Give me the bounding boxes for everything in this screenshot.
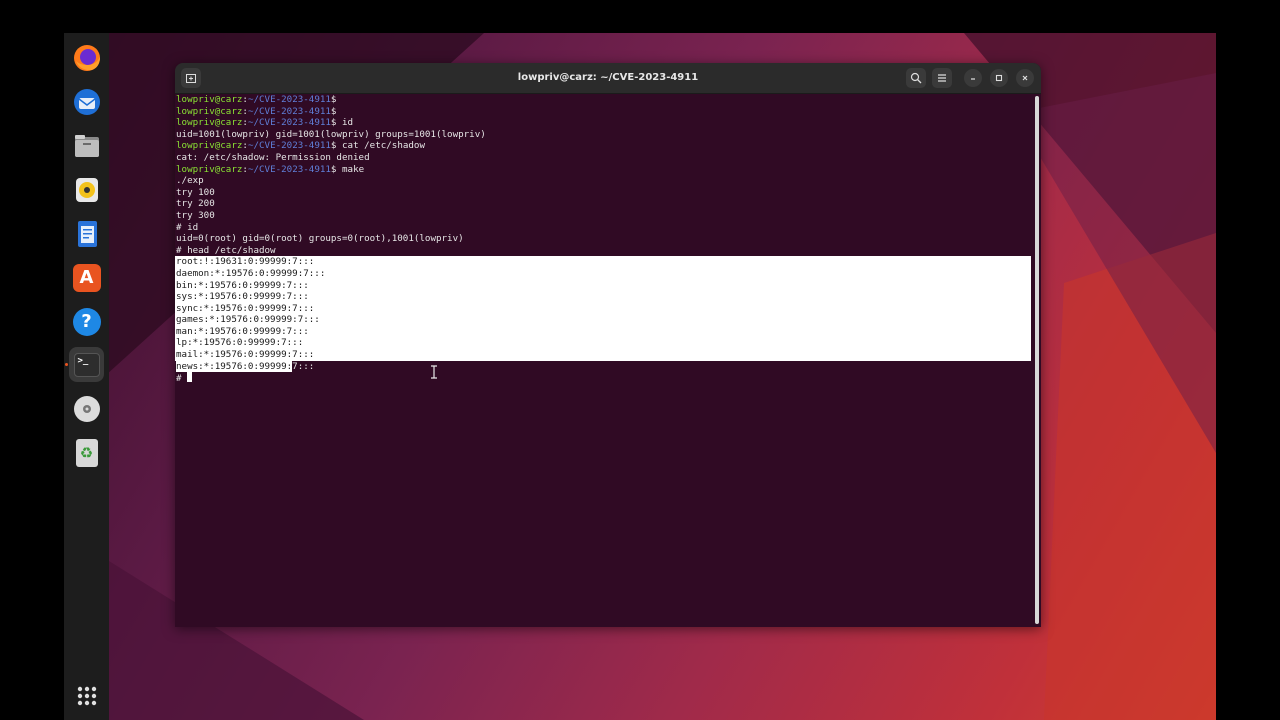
output-line: uid=0(root) gid=0(root) groups=0(root),1…	[175, 233, 1033, 245]
terminal-line: news:*:19576:0:99999:7:::	[175, 360, 1033, 373]
selected-text: news:*:19576:0:99999:	[176, 360, 293, 372]
help-icon: ?	[72, 307, 101, 336]
disc-icon	[73, 395, 100, 422]
search-icon	[910, 72, 922, 84]
files-icon	[74, 134, 99, 157]
output-text: cat: /etc/shadow: Permission denied	[176, 151, 370, 163]
root-prompt-line: #	[175, 372, 1033, 384]
thunderbird-icon	[73, 88, 100, 115]
prompt-path: ~/CVE-2023-4911	[247, 105, 331, 117]
dock-item-files[interactable]	[69, 128, 104, 163]
dock: A ? >_ ♻	[64, 33, 109, 720]
dock-item-rhythmbox[interactable]	[69, 172, 104, 207]
trash-icon: ♻	[75, 438, 98, 467]
prompt-path: ~/CVE-2023-4911	[247, 117, 331, 129]
terminal-window: lowpriv@carz: ~/CVE-2023-4911 lowpriv@ca…	[175, 63, 1041, 627]
dock-item-app-center[interactable]: A	[69, 260, 104, 295]
prompt-path: ~/CVE-2023-4911	[247, 140, 331, 152]
maximize-button[interactable]	[990, 69, 1008, 87]
prompt-dollar: $	[330, 105, 337, 117]
selected-shadow-block: root:!:19631:0:99999:7::: daemon:*:19576:…	[175, 256, 1031, 361]
prompt-user-host: lowpriv@carz	[176, 117, 243, 129]
dock-item-firefox[interactable]	[69, 40, 104, 75]
show-apps-button[interactable]	[69, 678, 104, 713]
output-line: cat: /etc/shadow: Permission denied	[175, 152, 1033, 164]
close-button[interactable]	[1016, 69, 1034, 87]
text-cursor	[187, 372, 193, 383]
output-text: try 200	[176, 198, 215, 210]
minimize-button[interactable]	[964, 69, 982, 87]
prompt-line: lowpriv@carz:~/CVE-2023-4911$ cat /etc/s…	[175, 140, 1033, 152]
output-text: uid=0(root) gid=0(root) groups=0(root),1…	[176, 233, 464, 245]
dock-item-thunderbird[interactable]	[69, 84, 104, 119]
output-text: ./exp	[176, 175, 204, 187]
output-line: try 200	[175, 198, 1033, 210]
rhythmbox-icon	[75, 177, 98, 202]
shadow-entry: mail:*:19576:0:99999:7:::	[176, 349, 315, 361]
shadow-entry: sync:*:19576:0:99999:7:::	[176, 302, 315, 314]
output-line: # head /etc/shadow	[175, 245, 1033, 257]
output-line: ./exp	[175, 175, 1033, 187]
search-button[interactable]	[906, 68, 926, 88]
prompt-line: lowpriv@carz:~/CVE-2023-4911$ make	[175, 164, 1033, 176]
prompt-path: ~/CVE-2023-4911	[247, 163, 331, 175]
output-text: try 100	[176, 186, 215, 198]
output-text: try 300	[176, 209, 215, 221]
terminal-output[interactable]: lowpriv@carz:~/CVE-2023-4911$ lowpriv@car…	[175, 94, 1033, 627]
dock-item-terminal[interactable]: >_	[69, 347, 104, 382]
writer-icon	[77, 220, 97, 247]
output-line: # id	[175, 222, 1033, 234]
terminal-text: 7:::	[292, 360, 315, 372]
prompt-user-host: lowpriv@carz	[176, 140, 243, 152]
output-text: # head /etc/shadow	[176, 244, 276, 256]
shadow-entry: games:*:19576:0:99999:7:::	[176, 314, 320, 326]
app-grid-icon	[77, 686, 96, 705]
command-text: cat /etc/shadow	[336, 140, 425, 152]
command-text: make	[336, 163, 365, 175]
ibeam-cursor-icon	[431, 365, 437, 379]
shadow-entry: root:!:19631:0:99999:7:::	[176, 256, 315, 268]
dock-item-trash[interactable]: ♻	[69, 435, 104, 470]
prompt-dollar: $	[330, 94, 337, 105]
shadow-entry: bin:*:19576:0:99999:7:::	[176, 279, 309, 291]
prompt-user-host: lowpriv@carz	[176, 94, 243, 105]
output-text: uid=1001(lowpriv) gid=1001(lowpriv) grou…	[176, 128, 486, 140]
prompt-path: ~/CVE-2023-4911	[247, 94, 331, 105]
firefox-icon	[73, 44, 100, 71]
output-text: # id	[176, 221, 199, 233]
scrollbar[interactable]	[1035, 96, 1039, 624]
dock-item-help[interactable]: ?	[69, 304, 104, 339]
dock-item-writer[interactable]	[69, 216, 104, 251]
shadow-entry: sys:*:19576:0:99999:7:::	[176, 291, 309, 303]
prompt-user-host: lowpriv@carz	[176, 105, 243, 117]
output-line: try 300	[175, 210, 1033, 222]
shadow-entry: man:*:19576:0:99999:7:::	[176, 325, 309, 337]
output-line: uid=1001(lowpriv) gid=1001(lowpriv) grou…	[175, 129, 1033, 141]
maximize-icon	[995, 74, 1003, 82]
command-text: id	[336, 117, 354, 129]
prompt-user-host: lowpriv@carz	[176, 163, 243, 175]
output-line: try 100	[175, 187, 1033, 199]
minimize-icon	[971, 78, 975, 80]
terminal-icon: >_	[73, 352, 100, 377]
menu-button[interactable]	[932, 68, 952, 88]
app-center-icon: A	[72, 263, 101, 292]
prompt-line: lowpriv@carz:~/CVE-2023-4911$	[175, 106, 1033, 118]
hamburger-menu-icon	[938, 74, 946, 82]
prompt-line: lowpriv@carz:~/CVE-2023-4911$ id	[175, 117, 1033, 129]
dock-item-disc[interactable]	[69, 391, 104, 426]
running-indicator	[65, 363, 68, 366]
close-icon	[1022, 75, 1028, 81]
shadow-entry: daemon:*:19576:0:99999:7:::	[176, 267, 326, 279]
prompt-line: lowpriv@carz:~/CVE-2023-4911$	[175, 94, 1033, 106]
titlebar[interactable]: lowpriv@carz: ~/CVE-2023-4911	[175, 63, 1041, 94]
shadow-entry: lp:*:19576:0:99999:7:::	[176, 337, 304, 349]
root-prompt: #	[176, 373, 188, 385]
